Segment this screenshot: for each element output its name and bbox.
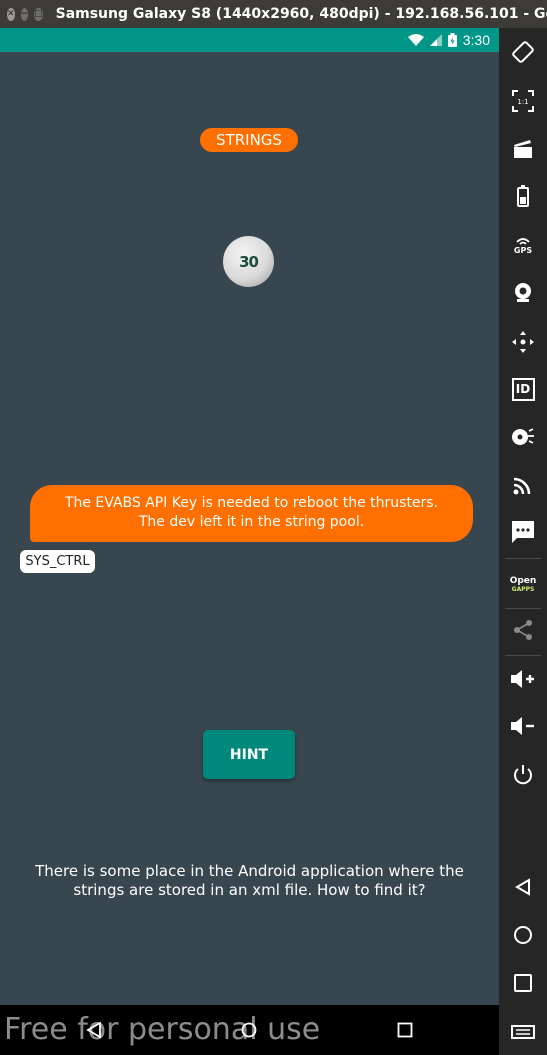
gps-label: GPS [513,245,533,255]
logo-text: 30 [239,252,259,271]
strings-button[interactable]: STRINGS [200,128,298,152]
sms-icon[interactable] [499,520,547,544]
back-icon[interactable] [499,875,547,899]
signal-icon [429,34,442,46]
pixel-perfect-icon[interactable]: 1:1 [499,89,547,113]
cast-icon[interactable] [499,473,547,497]
sender-chip: SYS_CTRL [20,550,95,573]
camera-icon[interactable] [499,280,547,304]
id-label: ID [511,377,535,401]
window-titlebar: ✕ − □ Samsung Galaxy S8 (1440x2960, 480d… [0,0,547,28]
open-gapps-icon[interactable]: Open GAPPS [499,571,547,597]
screencast-icon[interactable] [499,137,547,161]
hint-line-1: There is some place in the Android appli… [35,862,464,880]
minimize-window-button[interactable]: − [20,7,29,21]
rotate-icon[interactable] [499,40,547,64]
message-bubble: The EVABS API Key is needed to reboot th… [30,485,473,542]
sidebar-separator [505,655,541,656]
battery-status-icon [447,33,457,47]
pixel-label: 1:1 [517,98,528,106]
device-id-icon[interactable]: ID [499,377,547,401]
share-icon[interactable] [499,618,547,642]
sidebar-separator [505,558,541,559]
maximize-window-button[interactable]: □ [34,7,43,21]
hint-text: There is some place in the Android appli… [0,862,499,900]
emulator-sidebar: 1:1 GPS ID Open GAPPS [499,28,547,1055]
dpad-icon[interactable] [499,330,547,354]
menu-icon[interactable] [499,1020,547,1044]
hint-button[interactable]: HINT [203,730,295,779]
opengapps-label-2: GAPPS [511,585,535,593]
status-bar: 3:30 [0,28,499,52]
volume-down-icon[interactable] [499,714,547,738]
recents-icon[interactable] [499,971,547,995]
window-title: Samsung Galaxy S8 (1440x2960, 480dpi) - … [55,6,547,22]
close-window-button[interactable]: ✕ [7,7,15,21]
battery-icon[interactable] [499,184,547,208]
app-logo: 30 [223,236,274,287]
opengapps-label-1: Open [509,575,537,586]
gps-icon[interactable]: GPS [499,232,547,258]
volume-up-icon[interactable] [499,667,547,691]
sidebar-separator [505,608,541,609]
power-icon[interactable] [499,763,547,787]
message-line-1: The EVABS API Key is needed to reboot th… [64,495,439,511]
home-icon[interactable] [499,923,547,947]
message-line-2: The dev left it in the string pool. [138,514,365,530]
hint-line-2: strings are stored in an xml file. How t… [73,881,426,899]
clock: 3:30 [462,32,490,48]
watermark: Free for personal use [4,1012,321,1047]
wifi-icon [407,33,424,47]
nav-recents-icon[interactable] [397,1022,413,1042]
device-screen: 3:30 STRINGS 30 The EVABS API Key is nee… [0,28,499,1055]
media-icon[interactable] [499,425,547,449]
